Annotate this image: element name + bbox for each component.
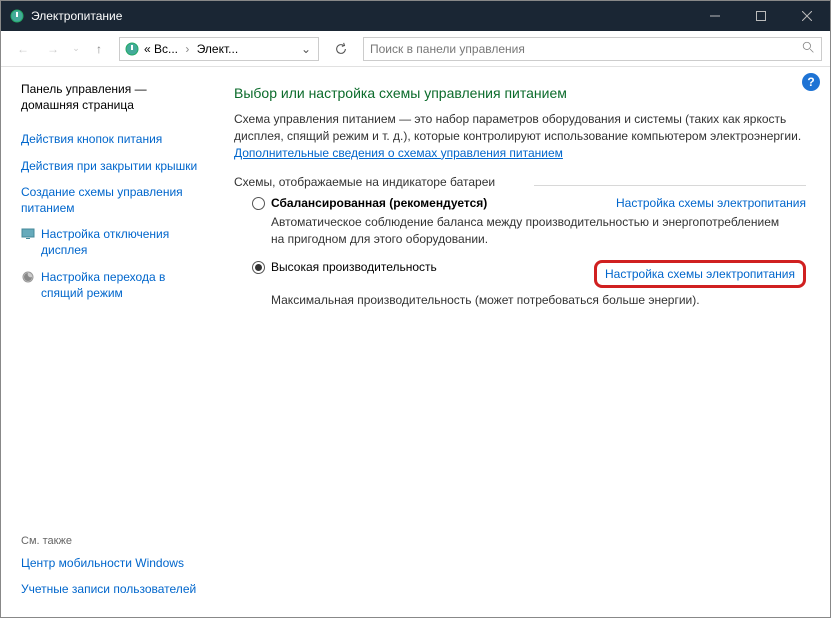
see-also-mobility[interactable]: Центр мобильности Windows	[21, 555, 204, 571]
plan-balanced[interactable]: Сбалансированная (рекомендуется) Настрой…	[252, 196, 806, 210]
navbar: ← → ⌄ ↑ « Вс... › Элект... ⌄ Поиск в пан…	[1, 31, 830, 67]
sidebar-link-lid[interactable]: Действия при закрытии крышки	[21, 158, 204, 174]
search-placeholder: Поиск в панели управления	[370, 42, 525, 56]
sidebar: Панель управления — домашняя страница Де…	[1, 67, 216, 617]
close-button[interactable]	[784, 1, 830, 31]
maximize-button[interactable]	[738, 1, 784, 31]
plan-group-label: Схемы, отображаемые на индикаторе батаре…	[234, 175, 806, 189]
monitor-icon	[21, 227, 35, 258]
radio-balanced[interactable]	[252, 197, 265, 210]
plan-balanced-label: Сбалансированная (рекомендуется)	[271, 196, 487, 210]
radio-highperf[interactable]	[252, 261, 265, 274]
search-icon	[802, 41, 815, 57]
plan-highperf-label: Высокая производительность	[271, 260, 437, 274]
power-icon	[124, 41, 140, 57]
app-icon	[9, 8, 25, 24]
sidebar-link-buttons[interactable]: Действия кнопок питания	[21, 131, 204, 147]
page-title: Выбор или настройка схемы управления пит…	[234, 85, 806, 101]
back-button[interactable]: ←	[9, 35, 37, 63]
help-icon[interactable]: ?	[802, 73, 820, 91]
sidebar-link-sleep[interactable]: Настройка перехода в спящий режим	[41, 269, 204, 301]
breadcrumb[interactable]: « Вс... › Элект...	[144, 42, 298, 56]
titlebar: Электропитание	[1, 1, 830, 31]
minimize-button[interactable]	[692, 1, 738, 31]
plan-balanced-desc: Автоматическое соблюдение баланса между …	[271, 214, 791, 248]
control-panel-home-link[interactable]: Панель управления — домашняя страница	[21, 81, 204, 113]
sidebar-link-create-plan[interactable]: Создание схемы управления питанием	[21, 184, 204, 216]
window-title: Электропитание	[31, 9, 692, 23]
plan-highperf-settings-link[interactable]: Настройка схемы электропитания	[594, 260, 806, 288]
main-content: ? Выбор или настройка схемы управления п…	[216, 67, 830, 617]
plan-highperf-desc: Максимальная производительность (может п…	[271, 292, 791, 309]
sidebar-link-display-off[interactable]: Настройка отключения дисплея	[41, 226, 204, 258]
page-description: Схема управления питанием — это набор па…	[234, 111, 806, 161]
refresh-button[interactable]	[327, 37, 355, 61]
see-also-heading: См. также	[21, 535, 204, 547]
learn-more-link[interactable]: Дополнительные сведения о схемах управле…	[234, 146, 563, 160]
forward-button[interactable]: →	[39, 35, 67, 63]
sleep-icon	[21, 270, 35, 301]
plan-highperf[interactable]: Высокая производительность Настройка схе…	[252, 260, 806, 288]
search-input[interactable]: Поиск в панели управления	[363, 37, 822, 61]
chevron-down-icon[interactable]: ⌄	[298, 42, 314, 56]
plan-balanced-settings-link[interactable]: Настройка схемы электропитания	[616, 196, 806, 210]
see-also-accounts[interactable]: Учетные записи пользователей	[21, 581, 204, 597]
address-bar[interactable]: « Вс... › Элект... ⌄	[119, 37, 319, 61]
recent-dropdown[interactable]: ⌄	[69, 35, 83, 63]
up-button[interactable]: ↑	[85, 35, 113, 63]
